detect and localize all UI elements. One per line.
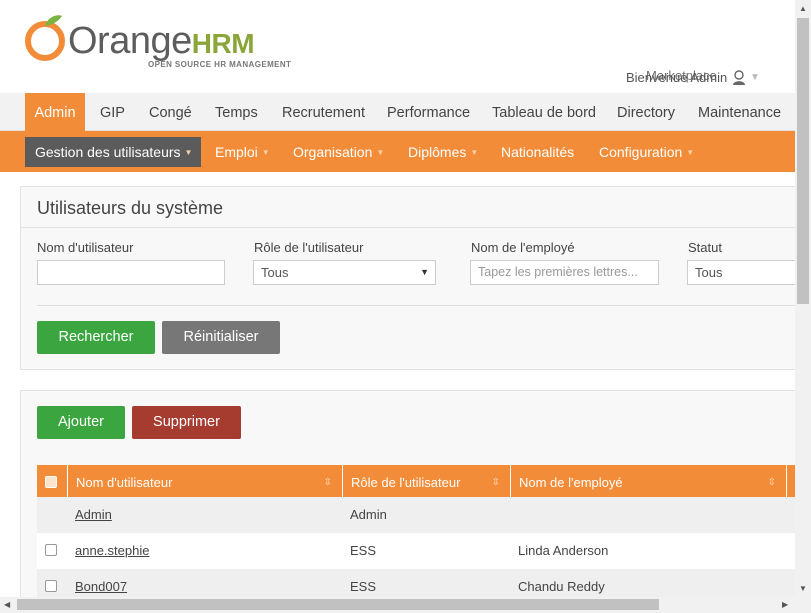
vertical-scrollbar-thumb[interactable] [797, 18, 809, 304]
dropdown-arrow-icon: ▼ [420, 267, 429, 277]
menu-maintenance[interactable]: Maintenance [698, 93, 781, 131]
row-checkbox[interactable] [45, 544, 57, 556]
role-select-value: Tous [261, 265, 289, 280]
divider [37, 305, 807, 306]
submenu-nationalities[interactable]: Nationalités [501, 137, 574, 167]
employee-cell: Linda Anderson [518, 543, 609, 558]
page: OrangeHRM OPEN SOURCE HR MANAGEMENT Bien… [0, 0, 811, 613]
menu-recruitment[interactable]: Recrutement [282, 93, 365, 131]
orange-logo-icon [25, 15, 65, 61]
menu-admin[interactable]: Admin [25, 93, 85, 131]
menu-dashboard[interactable]: Tableau de bord [492, 93, 596, 131]
logo-hrm: HRM [191, 28, 255, 59]
logo-tagline: OPEN SOURCE HR MANAGEMENT [148, 60, 292, 69]
search-button[interactable]: Rechercher [37, 321, 155, 354]
caret-down-icon: ▼ [470, 148, 479, 157]
submenu-label: Emploi [215, 144, 258, 160]
scroll-right-icon[interactable]: ▶ [782, 600, 788, 609]
employee-name-input[interactable]: Tapez les premières lettres... [470, 260, 659, 285]
horizontal-scrollbar-thumb[interactable] [17, 599, 659, 610]
sort-icon[interactable]: ⇳ [492, 465, 500, 501]
column-label: Nom de l'employé [519, 475, 623, 490]
submenu-qualifications[interactable]: Diplômes ▼ [408, 137, 478, 167]
role-label: Rôle de l'utilisateur [254, 240, 364, 255]
table-row: anne.stephie ESS Linda Anderson [37, 533, 807, 569]
reset-button[interactable]: Réinitialiser [162, 321, 280, 354]
caret-down-icon: ▼ [261, 148, 270, 157]
role-cell: Admin [350, 507, 387, 522]
scroll-down-icon[interactable]: ▼ [799, 584, 807, 593]
sort-icon[interactable]: ⇳ [324, 465, 332, 501]
caret-down-icon: ▼ [686, 148, 695, 157]
sort-icon[interactable]: ⇳ [768, 465, 776, 501]
scroll-left-icon[interactable]: ◀ [4, 600, 10, 609]
caret-down-icon: ▼ [184, 148, 193, 157]
column-label: Rôle de l'utilisateur [351, 475, 461, 490]
table-row: Admin Admin [37, 497, 807, 533]
username-input[interactable] [37, 260, 225, 285]
search-panel: Utilisateurs du système Nom d'utilisateu… [20, 186, 810, 370]
username-label: Nom d'utilisateur [37, 240, 134, 255]
main-menu: Admin GIP Congé Temps Recrutement Perfor… [0, 93, 795, 131]
username-cell[interactable]: anne.stephie [75, 533, 149, 569]
header-checkbox-cell [37, 465, 68, 497]
username-link[interactable]: anne.stephie [75, 543, 149, 558]
column-employee[interactable]: Nom de l'employé ⇳ [511, 465, 787, 497]
divider [21, 227, 809, 228]
row-checkbox[interactable] [45, 580, 57, 592]
panel-title: Utilisateurs du système [37, 198, 224, 218]
header: OrangeHRM OPEN SOURCE HR MANAGEMENT Bien… [0, 0, 795, 93]
column-role[interactable]: Rôle de l'utilisateur ⇳ [343, 465, 511, 497]
menu-leave[interactable]: Congé [149, 93, 192, 131]
user-icon[interactable] [732, 70, 746, 86]
status-label: Statut [688, 240, 722, 255]
menu-gip[interactable]: GIP [100, 93, 125, 131]
submenu-organization[interactable]: Organisation ▼ [293, 137, 384, 167]
submenu-job[interactable]: Emploi ▼ [215, 137, 270, 167]
chevron-down-icon[interactable]: ▼ [750, 72, 760, 83]
username-cell[interactable]: Admin [75, 497, 112, 533]
submenu-label: Gestion des utilisateurs [35, 144, 181, 160]
menu-directory[interactable]: Directory [617, 93, 675, 131]
delete-button[interactable]: Supprimer [132, 406, 241, 439]
users-list-panel: Ajouter Supprimer Nom d'utilisateur ⇳ Rôl… [20, 390, 810, 613]
submenu-user-management[interactable]: Gestion des utilisateurs ▼ [25, 137, 201, 167]
table-header: Nom d'utilisateur ⇳ Rôle de l'utilisateur… [37, 465, 807, 497]
select-all-checkbox[interactable] [45, 476, 57, 488]
submenu-label: Diplômes [408, 144, 467, 160]
username-link[interactable]: Admin [75, 507, 112, 522]
column-label: Nom d'utilisateur [76, 475, 173, 490]
scroll-up-icon[interactable]: ▲ [799, 4, 807, 13]
menu-time[interactable]: Temps [215, 93, 258, 131]
column-username[interactable]: Nom d'utilisateur ⇳ [68, 465, 343, 497]
submenu-label: Configuration [599, 144, 683, 160]
orangehrm-logo[interactable]: OrangeHRM OPEN SOURCE HR MANAGEMENT [24, 14, 314, 74]
menu-performance[interactable]: Performance [387, 93, 470, 131]
role-cell: ESS [350, 543, 377, 558]
employee-label: Nom de l'employé [471, 240, 575, 255]
marketplace-link[interactable]: Marketplace [646, 68, 717, 83]
logo-text: Orange [68, 20, 192, 62]
add-button[interactable]: Ajouter [37, 406, 125, 439]
role-select[interactable]: Tous ▼ [253, 260, 436, 285]
status-select[interactable]: Tous [687, 260, 797, 285]
caret-down-icon: ▼ [376, 148, 385, 157]
username-link[interactable]: Bond007 [75, 579, 127, 594]
admin-submenu: Gestion des utilisateurs ▼ Emploi ▼ Organi… [0, 131, 795, 172]
submenu-configuration[interactable]: Configuration ▼ [599, 137, 694, 167]
submenu-label: Organisation [293, 144, 373, 160]
